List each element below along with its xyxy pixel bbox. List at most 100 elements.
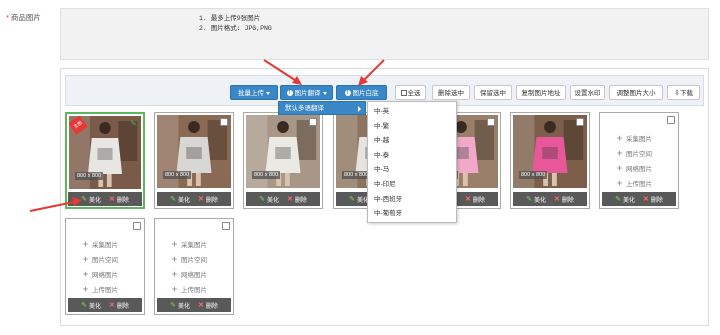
image-white-bg-label: 图片白底: [352, 90, 379, 97]
upload-option[interactable]: + 网络图片: [616, 160, 652, 175]
resize-image-button[interactable]: 调整图片大小: [609, 85, 663, 100]
tile-checkbox[interactable]: [220, 118, 228, 126]
plus-icon: +: [171, 238, 178, 249]
beautify-button[interactable]: ✎美化: [170, 195, 190, 204]
product-image[interactable]: 800 x 800: [157, 115, 231, 188]
delete-button[interactable]: ✕删除: [109, 195, 129, 204]
product-image[interactable]: 800 x 800: [246, 115, 320, 188]
delete-button[interactable]: ✕删除: [109, 301, 129, 310]
image-size-label: 800 x 800: [519, 171, 548, 179]
beautify-button[interactable]: ✎美化: [81, 195, 101, 204]
upload-option-label: 采集图片: [92, 241, 118, 249]
tile-checkbox[interactable]: [222, 222, 230, 230]
upload-option[interactable]: + 上传图片: [82, 281, 118, 296]
select-all-button[interactable]: 全选: [395, 85, 426, 100]
delete-label: 删除: [472, 197, 485, 204]
empty-image-slot[interactable]: + 采集图片 + 图片空间 + 网络图片 + 上传图片 ✎ 美化 ✕ 删除: [599, 112, 679, 209]
language-option[interactable]: 中-西班牙: [368, 193, 456, 208]
delete-button[interactable]: ✕删除: [554, 195, 574, 204]
tile-checkbox[interactable]: [576, 118, 584, 126]
beautify-button[interactable]: ✎美化: [81, 301, 101, 310]
image-tile[interactable]: 800 x 800 ✎美化 ✕删除: [154, 112, 234, 209]
image-tile[interactable]: 800 x 800 主图 ✎ ✎ 美化 ✕ 删除: [65, 112, 145, 209]
upload-option-label: 上传图片: [181, 286, 207, 294]
tile-checkbox[interactable]: [487, 118, 495, 126]
delete-label: 删除: [561, 197, 574, 204]
upload-option[interactable]: + 图片空间: [82, 251, 118, 266]
upload-option[interactable]: + 图片空间: [616, 145, 652, 160]
empty-image-slot[interactable]: + 采集图片 + 图片空间 + 网络图片 + 上传图片 ✎ 美化 ✕ 删除: [154, 218, 234, 315]
pencil-icon: ✎: [170, 196, 176, 203]
tip-line-2: 2. 图片格式: JPG,PNG: [199, 25, 272, 32]
upload-option[interactable]: + 上传图片: [171, 281, 207, 296]
empty-image-slot[interactable]: + 采集图片 + 图片空间 + 网络图片 + 上传图片 ✎ 美化 ✕ 删除: [65, 218, 145, 315]
upload-option[interactable]: + 采集图片: [171, 236, 207, 251]
keep-selected-button[interactable]: 保留选中: [474, 85, 512, 100]
upload-option-label: 网络图片: [92, 271, 118, 279]
delete-label: 删除: [205, 303, 218, 310]
delete-button[interactable]: ✕删除: [198, 301, 218, 310]
tip-line-1: 1. 最多上传9张图片: [199, 15, 261, 22]
upload-option-label: 图片空间: [626, 150, 652, 158]
delete-button[interactable]: ✕删除: [287, 195, 307, 204]
upload-option[interactable]: + 网络图片: [82, 266, 118, 281]
upload-option[interactable]: + 图片空间: [171, 251, 207, 266]
image-size-label: 800 x 800: [163, 171, 192, 179]
language-option[interactable]: 中-英: [368, 105, 456, 120]
image-size-label: 800 x 800: [252, 171, 281, 179]
image-size-label: 800 x 800: [75, 172, 104, 180]
beautify-button[interactable]: ✎美化: [259, 195, 279, 204]
beautify-label: 美化: [177, 197, 190, 204]
upload-option[interactable]: + 采集图片: [616, 130, 652, 145]
image-tile[interactable]: 800 x 800 ✎美化 ✕删除: [243, 112, 323, 209]
delete-selected-button[interactable]: 删除选中: [432, 85, 470, 100]
upload-option-label: 图片空间: [181, 256, 207, 264]
close-icon: ✕: [643, 196, 649, 203]
language-option[interactable]: 中-繁: [368, 120, 456, 135]
pencil-icon: ✎: [81, 302, 87, 309]
beautify-button[interactable]: ✎美化: [615, 195, 635, 204]
language-option[interactable]: 中-泰: [368, 149, 456, 164]
image-translate-label: 图片翻译: [294, 90, 321, 97]
beautify-label: 美化: [177, 303, 190, 310]
language-option[interactable]: 中-越: [368, 134, 456, 149]
language-option[interactable]: 中-印尼: [368, 178, 456, 193]
beautify-button[interactable]: ✎美化: [526, 195, 546, 204]
tile-checkbox[interactable]: [133, 222, 141, 230]
language-option[interactable]: 中-葡萄牙: [368, 207, 456, 222]
beautify-label: 美化: [88, 303, 101, 310]
plus-icon: +: [616, 147, 623, 158]
upload-option-label: 采集图片: [181, 241, 207, 249]
image-tile[interactable]: 800 x 800 ✎美化 ✕删除: [510, 112, 590, 209]
translate-menu-default-label: 默认多语翻译: [285, 105, 324, 112]
checkbox-icon: [400, 90, 407, 97]
tile-checkbox[interactable]: [667, 116, 675, 124]
close-icon: ✕: [198, 302, 204, 309]
language-option[interactable]: 中-马: [368, 163, 456, 178]
product-image[interactable]: 800 x 800: [513, 115, 587, 188]
plus-icon: +: [171, 283, 178, 294]
download-button[interactable]: ⇩下载: [667, 85, 700, 100]
upload-option[interactable]: + 上传图片: [616, 175, 652, 190]
edit-icon[interactable]: ✎: [129, 119, 138, 128]
pencil-icon: ✎: [259, 196, 265, 203]
upload-option[interactable]: + 采集图片: [82, 236, 118, 251]
beautify-button[interactable]: ✎美化: [170, 301, 190, 310]
tile-checkbox[interactable]: [309, 118, 317, 126]
delete-button[interactable]: ✕删除: [465, 195, 485, 204]
delete-button[interactable]: ✕删除: [643, 195, 663, 204]
product-image[interactable]: 800 x 800 主图 ✎: [69, 116, 141, 189]
image-size-label: 800 x 800: [342, 171, 371, 179]
translate-menu-default[interactable]: 默认多语翻译: [278, 101, 366, 115]
set-watermark-button[interactable]: 设置水印: [570, 85, 605, 100]
upload-option[interactable]: + 网络图片: [171, 266, 207, 281]
plus-icon: +: [82, 253, 89, 264]
tile-action-bar: ✎美化 ✕删除: [68, 298, 142, 312]
translate-language-menu: 中-英 中-繁 中-越 中-泰 中-马 中-印尼 中-西班牙 中-葡萄牙: [367, 101, 457, 223]
delete-button[interactable]: ✕删除: [198, 195, 218, 204]
copy-image-url-button[interactable]: 复制图片地址: [516, 85, 566, 100]
close-icon: ✕: [109, 302, 115, 309]
upload-option-label: 上传图片: [626, 180, 652, 188]
tile-action-bar: ✎美化 ✕删除: [157, 192, 231, 206]
close-icon: ✕: [287, 196, 293, 203]
